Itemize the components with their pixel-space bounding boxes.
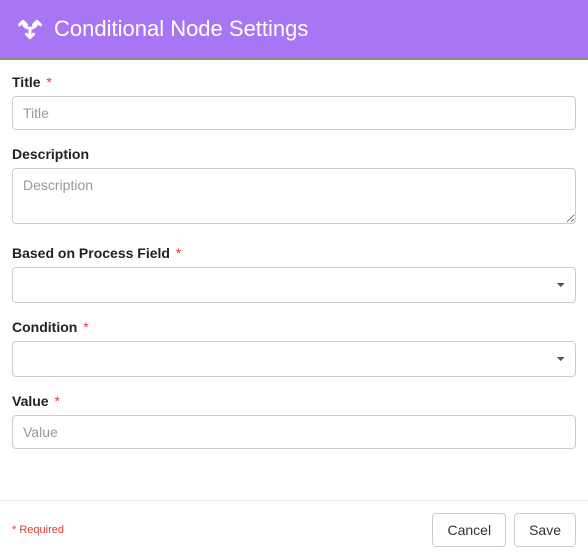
dialog-header: Conditional Node Settings bbox=[0, 0, 588, 60]
condition-label: Condition * bbox=[12, 319, 576, 335]
settings-dialog: Conditional Node Settings Title * Descri… bbox=[0, 0, 588, 559]
value-input[interactable] bbox=[12, 415, 576, 449]
process-field-select[interactable] bbox=[12, 267, 576, 303]
condition-select[interactable] bbox=[12, 341, 576, 377]
value-label-text: Value bbox=[12, 393, 49, 409]
dialog-footer: * Required Cancel Save bbox=[0, 500, 588, 559]
fork-icon bbox=[16, 12, 54, 46]
value-label: Value * bbox=[12, 393, 576, 409]
description-label: Description bbox=[12, 146, 576, 162]
form-body: Title * Description Based on Process Fie… bbox=[0, 60, 588, 449]
button-row: Cancel Save bbox=[432, 513, 576, 547]
dialog-title: Conditional Node Settings bbox=[54, 16, 308, 42]
value-field: Value * bbox=[12, 393, 576, 449]
title-label: Title * bbox=[12, 74, 576, 90]
cancel-button[interactable]: Cancel bbox=[432, 513, 506, 547]
process-field-label: Based on Process Field * bbox=[12, 245, 576, 261]
description-input[interactable] bbox=[12, 168, 576, 224]
condition-label-text: Condition bbox=[12, 319, 77, 335]
condition-field: Condition * bbox=[12, 319, 576, 377]
required-star: * bbox=[46, 74, 51, 90]
process-field-label-text: Based on Process Field bbox=[12, 245, 170, 261]
required-star: * bbox=[54, 393, 59, 409]
description-field: Description bbox=[12, 146, 576, 229]
required-note: * Required bbox=[12, 524, 64, 536]
title-field: Title * bbox=[12, 74, 576, 130]
save-button[interactable]: Save bbox=[514, 513, 576, 547]
process-field-field: Based on Process Field * bbox=[12, 245, 576, 303]
required-star: * bbox=[83, 319, 88, 335]
title-label-text: Title bbox=[12, 74, 41, 90]
required-star: * bbox=[176, 245, 181, 261]
title-input[interactable] bbox=[12, 96, 576, 130]
